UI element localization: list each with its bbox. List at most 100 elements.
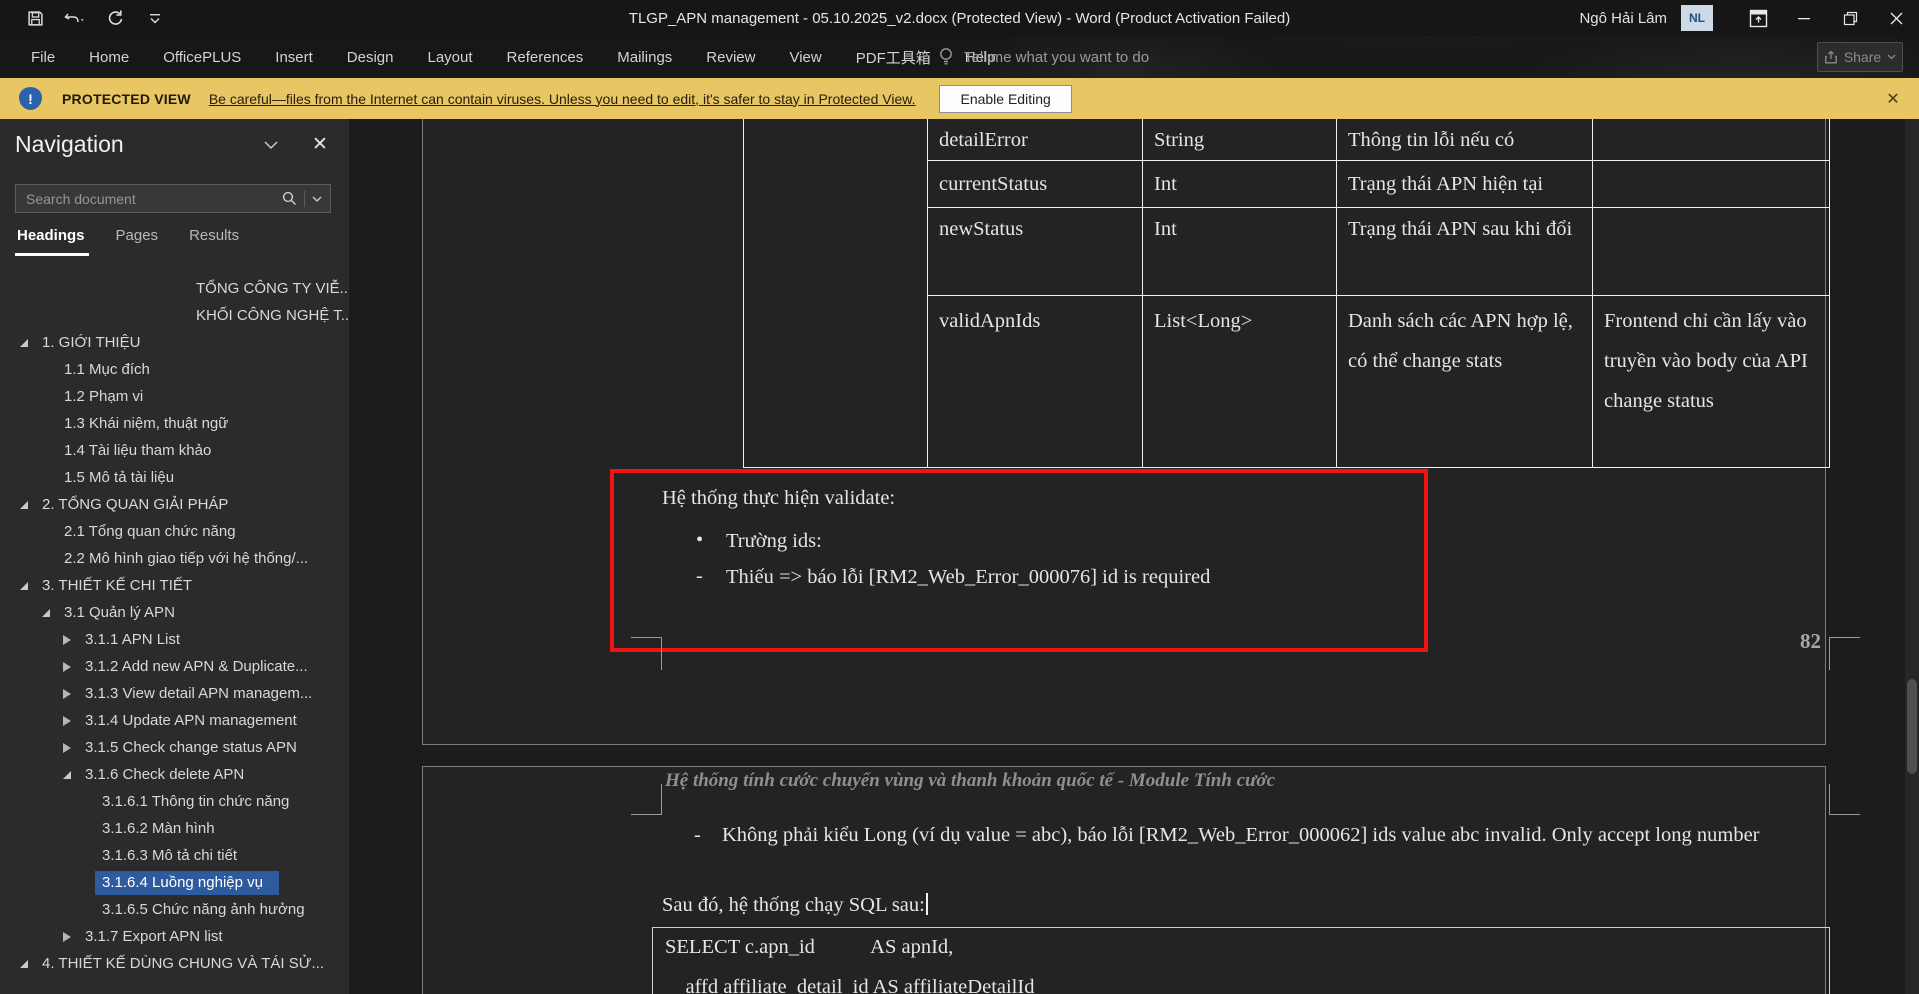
ribbon-tab[interactable]: Layout — [411, 36, 490, 78]
tree-expand-arrow-icon[interactable] — [20, 501, 42, 509]
close-button[interactable] — [1873, 0, 1919, 36]
tree-expand-arrow-icon[interactable] — [63, 716, 85, 726]
undo-button[interactable] — [58, 3, 92, 33]
nav-tree-item[interactable]: 3.1.6 Check delete APN — [0, 761, 349, 788]
tree-expand-arrow-icon[interactable] — [63, 689, 85, 699]
ribbon-tab[interactable]: Insert — [258, 36, 330, 78]
nav-tree-item[interactable]: 3.1.1 APN List — [0, 626, 349, 653]
nav-tree-item[interactable]: KHỐI CÔNG NGHỆ T... — [0, 302, 349, 329]
search-icon[interactable] — [282, 191, 297, 206]
share-label: Share — [1844, 49, 1881, 65]
save-icon[interactable] — [18, 3, 52, 33]
table-cell[interactable]: String — [1154, 120, 1204, 160]
tree-expand-arrow-icon[interactable] — [20, 960, 42, 968]
protected-view-message-link[interactable]: Be careful—files from the Internet can c… — [209, 91, 916, 107]
search-input[interactable] — [16, 191, 282, 207]
table-cell[interactable]: Thông tin lỗi nếu có — [1348, 120, 1588, 160]
table-cell[interactable]: Frontend chỉ cần lấy vào truyền vào body… — [1604, 301, 1816, 421]
ribbon-tab[interactable]: OfficePLUS — [146, 36, 258, 78]
document-page-1[interactable]: detailError String Thông tin lỗi nếu có … — [422, 119, 1826, 745]
banner-close-icon[interactable]: ✕ — [1875, 78, 1911, 119]
tree-expand-arrow-icon[interactable] — [63, 932, 85, 942]
ribbon-tab-label: Design — [347, 49, 394, 66]
bullet-text[interactable]: Trường ids: — [726, 526, 822, 556]
ribbon-tab[interactable]: View — [772, 36, 838, 78]
ribbon-tab[interactable]: Mailings — [600, 36, 689, 78]
minimize-button[interactable] — [1781, 0, 1827, 36]
ribbon-tab[interactable]: File — [14, 36, 72, 78]
nav-tree-item[interactable]: 3.1.6.5 Chức năng ảnh hưởng — [0, 896, 349, 923]
tree-expand-arrow-icon[interactable] — [20, 339, 42, 347]
ribbon-tab[interactable]: PDF工具箱 — [839, 36, 948, 78]
search-options-chevron-icon[interactable] — [312, 196, 322, 202]
validation-dash-text[interactable]: Không phải kiểu Long (ví dụ value = abc)… — [722, 815, 1777, 855]
tree-expand-arrow-icon[interactable] — [63, 743, 85, 753]
ribbon-tab[interactable]: Design — [330, 36, 411, 78]
nav-tree-item[interactable]: TỔNG CÔNG TY VIỄ... — [0, 275, 349, 302]
navigation-collapse-chevron-icon[interactable] — [255, 133, 287, 157]
nav-tree-item[interactable]: 1.4 Tài liệu tham khảo — [0, 437, 349, 464]
vertical-scrollbar[interactable] — [1905, 119, 1919, 994]
ribbon-tabs: File Home OfficePLUS Insert Design Layou… — [14, 36, 1013, 78]
nav-tree-item[interactable]: 3.1.3 View detail APN managem... — [0, 680, 349, 707]
nav-tree-item[interactable]: 1.5 Mô tả tài liệu — [0, 464, 349, 491]
nav-tree-item[interactable]: 2. TỔNG QUAN GIẢI PHÁP — [0, 491, 349, 518]
tree-expand-arrow-icon[interactable] — [63, 662, 85, 672]
nav-tree-item[interactable]: 3.1.6.2 Màn hình — [0, 815, 349, 842]
nav-tree-item[interactable]: 3.1.2 Add new APN & Duplicate... — [0, 653, 349, 680]
nav-tree-item[interactable]: 4. THIẾT KẾ DÙNG CHUNG VÀ TÁI SỬ... — [0, 950, 349, 977]
nav-tree-item[interactable]: 3. THIẾT KẾ CHI TIẾT — [0, 572, 349, 599]
tree-expand-arrow-icon[interactable] — [63, 635, 85, 645]
nav-tree-item[interactable]: 1. GIỚI THIỆU — [0, 329, 349, 356]
table-cell[interactable]: detailError — [939, 120, 1028, 160]
tree-expand-arrow-icon[interactable] — [42, 609, 64, 617]
table-cell[interactable]: Int — [1154, 164, 1177, 204]
navigation-tab[interactable]: Headings — [17, 227, 85, 256]
account-avatar[interactable]: NL — [1681, 5, 1713, 31]
nav-tree-item[interactable]: 3.1.5 Check change status APN — [0, 734, 349, 761]
table-cell[interactable]: currentStatus — [939, 164, 1047, 204]
navigation-tab[interactable]: Results — [189, 227, 239, 256]
enable-editing-button[interactable]: Enable Editing — [939, 85, 1071, 113]
nav-tree-item[interactable]: 1.3 Khái niệm, thuật ngữ — [0, 410, 349, 437]
nav-tree-item[interactable]: 2.1 Tổng quan chức năng — [0, 518, 349, 545]
nav-tree-item[interactable]: 1.2 Phạm vi — [0, 383, 349, 410]
restore-button[interactable] — [1827, 0, 1873, 36]
document-page-2[interactable]: Hệ thống tính cước chuyển vùng và thanh … — [422, 766, 1826, 994]
ribbon-tab[interactable]: Home — [72, 36, 146, 78]
nav-tree-item[interactable]: 1.1 Mục đích — [0, 356, 349, 383]
running-header-text[interactable]: Hệ thống tính cước chuyển vùng và thanh … — [665, 770, 1275, 792]
table-cell[interactable]: Trạng thái APN sau khi đổi — [1348, 209, 1580, 249]
sql-code-box[interactable]: SELECT c.apn_id AS apnId, affd affiliate… — [652, 927, 1830, 994]
table-cell[interactable]: List<Long> — [1154, 301, 1252, 341]
table-cell[interactable]: Trạng thái APN hiện tại — [1348, 164, 1588, 204]
table-cell[interactable]: Danh sách các APN hợp lệ, có thể change … — [1348, 301, 1583, 381]
ribbon-display-options-button[interactable] — [1735, 0, 1781, 36]
table-cell[interactable]: validApnIds — [939, 301, 1040, 341]
validate-intro-text[interactable]: Hệ thống thực hiện validate: — [662, 483, 895, 513]
tree-expand-arrow-icon[interactable] — [20, 582, 42, 590]
table-cell[interactable]: Int — [1154, 209, 1177, 249]
share-button[interactable]: Share — [1817, 42, 1903, 72]
dash-marker: - — [696, 565, 703, 588]
ribbon-tab[interactable]: References — [490, 36, 601, 78]
tree-expand-arrow-icon[interactable] — [63, 771, 85, 779]
sql-intro-text[interactable]: Sau đó, hệ thống chạy SQL sau: — [662, 893, 928, 917]
tell-me-box[interactable]: Tell me what you want to do — [938, 36, 1149, 78]
nav-tree-item[interactable]: 3.1.6.1 Thông tin chức năng — [0, 788, 349, 815]
redo-button[interactable] — [98, 3, 132, 33]
scrollbar-thumb[interactable] — [1907, 679, 1917, 774]
nav-tree-item[interactable]: 2.2 Mô hình giao tiếp với hệ thống/... — [0, 545, 349, 572]
customize-qat-button[interactable] — [138, 3, 172, 33]
tree-item-label: 1.4 Tài liệu tham khảo — [64, 442, 211, 459]
nav-tree-item[interactable]: 3.1.7 Export APN list — [0, 923, 349, 950]
navigation-close-icon[interactable]: ✕ — [303, 131, 337, 157]
nav-tree-item[interactable]: 3.1 Quản lý APN — [0, 599, 349, 626]
dash-text[interactable]: Thiếu => báo lỗi [RM2_Web_Error_000076] … — [726, 562, 1210, 592]
ribbon-tab[interactable]: Review — [689, 36, 772, 78]
nav-tree-item[interactable]: 3.1.6.3 Mô tả chi tiết — [0, 842, 349, 869]
navigation-tab[interactable]: Pages — [116, 227, 159, 256]
nav-tree-item[interactable]: 3.1.6.4 Luồng nghiệp vụ — [0, 869, 349, 896]
nav-tree-item[interactable]: 3.1.4 Update APN management — [0, 707, 349, 734]
table-cell[interactable]: newStatus — [939, 209, 1023, 249]
